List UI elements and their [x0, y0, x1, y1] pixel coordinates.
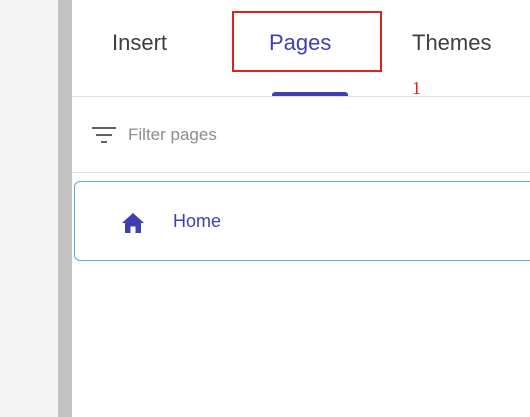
panel-resize-handle[interactable] [58, 0, 72, 417]
page-item-home[interactable]: Home [74, 181, 530, 261]
filter-icon[interactable] [92, 126, 116, 144]
side-panel: Insert Pages Themes 1 Home [72, 0, 530, 417]
page-item-label: Home [173, 211, 222, 231]
annotation-highlight-box [232, 11, 382, 72]
filter-bar [72, 97, 530, 173]
left-gutter [0, 0, 58, 417]
tab-insert[interactable]: Insert [112, 30, 167, 56]
app-window: Insert Pages Themes 1 Home [0, 0, 530, 417]
annotation-number: 1 [412, 78, 421, 98]
home-icon [122, 213, 144, 233]
filter-pages-input[interactable] [128, 121, 508, 149]
tab-themes[interactable]: Themes [412, 30, 491, 56]
